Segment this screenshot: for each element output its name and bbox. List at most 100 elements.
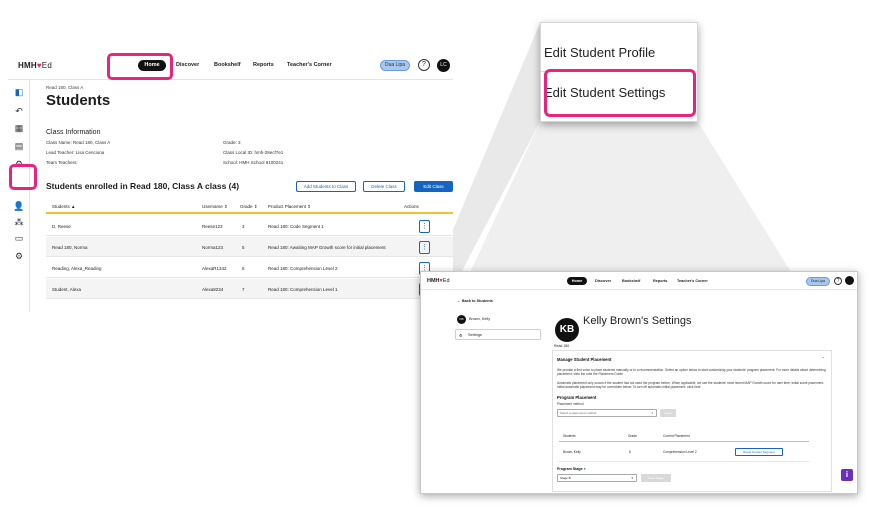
save-stage-button[interactable]: Save Stage: [641, 474, 671, 482]
laptop-icon[interactable]: ▭: [13, 232, 25, 244]
placement-method-label: Placement method: [557, 402, 584, 406]
placement-table: Students Grade Current Placement Brown, …: [559, 430, 809, 464]
edit-settings-highlight-box: [544, 69, 696, 117]
student-name: Brown, Kelly: [563, 450, 581, 454]
groups-icon[interactable]: ⁂: [13, 216, 25, 228]
calendar-icon[interactable]: ▦: [13, 122, 25, 134]
student-avatar-large: KB: [555, 318, 579, 342]
dashboard-icon[interactable]: ◧: [13, 86, 25, 98]
nav-reports[interactable]: Reports: [253, 62, 274, 68]
info-circle-icon[interactable]: ●: [584, 467, 586, 471]
back-to-students-link[interactable]: ← Back to Students: [457, 299, 493, 303]
username: Reese123: [202, 224, 223, 229]
user-switch-button[interactable]: Dua Lipa: [380, 60, 410, 71]
col-students[interactable]: Students ▲: [52, 204, 75, 209]
students-list-screenshot: HMH♥Ed Home Discover Bookshelf Reports T…: [8, 52, 453, 312]
col-username[interactable]: Username ⇕: [202, 204, 228, 210]
row-actions-button[interactable]: ⋮: [419, 241, 430, 254]
page-title: Kelly Brown's Settings: [583, 315, 692, 327]
stage-label-text: Program Stage: [557, 467, 583, 471]
clipboard-icon[interactable]: ▤: [13, 140, 25, 152]
gear-icon: ⚙: [459, 334, 463, 338]
logo-ed-text: Ed: [41, 61, 52, 70]
student-name[interactable]: Read 180, Norma: [52, 245, 88, 250]
nav-reports[interactable]: Reports: [653, 279, 667, 283]
settings-icon[interactable]: ⚙: [13, 250, 25, 262]
placement-cell: Read 180: Code Segment 1: [268, 224, 324, 229]
student-name[interactable]: Reading, Alexa_Reading: [52, 266, 102, 271]
logo-hmh-text: HMH: [18, 61, 37, 70]
table-row: Student, Alexa Alexa8234 7 Read 180: Com…: [46, 279, 453, 299]
help-icon[interactable]: ?: [834, 277, 842, 285]
table-row: Reading, Alexa_Reading AlexaR1342 6 Read…: [46, 258, 453, 278]
lead-teacher: Lead Teacher: Lisa Cenciona: [46, 150, 105, 155]
grade-cell: 5: [242, 245, 245, 250]
placement-description-2: Automatic placement only occurs if the s…: [557, 381, 825, 389]
table-row: D, Reese Reese123 3 Read 180: Code Segme…: [46, 216, 453, 236]
breadcrumb[interactable]: Read 180, Class A: [46, 85, 83, 90]
student-name[interactable]: D, Reese: [52, 224, 71, 229]
col-grade[interactable]: Grade ⇕: [240, 204, 258, 210]
students-table-header: Students ▲ Username ⇕ Grade ⇕ Product Pl…: [46, 200, 453, 214]
settings-nav-item[interactable]: ⚙ Settings: [455, 329, 541, 340]
settings-label: Settings: [468, 333, 482, 337]
home-highlight-box: [107, 53, 173, 80]
placement-cell: Read 180: Comprehension Level 2: [268, 266, 338, 271]
grade-cell: 6: [242, 266, 245, 271]
product-label: Read 180: [554, 344, 570, 348]
school: School: HMH School 9100241: [223, 160, 284, 165]
nav-teachers-corner[interactable]: Teacher's Corner: [287, 62, 332, 68]
top-navigation-bar: HMH♥Ed Home Discover Bookshelf Reports T…: [8, 52, 453, 80]
avatar[interactable]: [845, 276, 854, 285]
students-icon[interactable]: 👤: [13, 200, 25, 212]
add-students-button[interactable]: Add Students to Class: [296, 181, 356, 192]
undo-icon[interactable]: ↶: [13, 105, 25, 117]
avatar[interactable]: LC: [437, 59, 450, 72]
settings-sidebar: KB Brown, Kelly ⚙ Settings: [455, 315, 541, 341]
info-icon[interactable]: i: [841, 469, 853, 481]
hmh-ed-logo[interactable]: HMH♥Ed: [18, 61, 52, 70]
help-icon[interactable]: ?: [418, 59, 430, 71]
student-name[interactable]: Student, Alexa: [52, 287, 81, 292]
nav-bookshelf[interactable]: Bookshelf: [622, 279, 640, 283]
class-local-id: Class Local ID: hmh-28ecf7e1: [223, 150, 284, 155]
table-row: Brown, Kelly 6 Comprehension Level 2 Res…: [559, 442, 809, 462]
nav-discover[interactable]: Discover: [176, 62, 199, 68]
placement-method-select[interactable]: Select a placement method ▾: [557, 409, 657, 417]
chevron-up-icon[interactable]: ⌃: [822, 356, 825, 361]
username: Norma123: [202, 245, 224, 250]
nav-teachers-corner[interactable]: Teacher's Corner: [677, 279, 708, 283]
edit-class-button[interactable]: Edit Class: [414, 181, 453, 192]
nav-bookshelf[interactable]: Bookshelf: [214, 62, 241, 68]
menu-item-edit-profile[interactable]: Edit Student Profile: [544, 45, 655, 60]
grade-cell: 7: [242, 287, 245, 292]
delete-class-button[interactable]: Delete Class: [363, 181, 405, 192]
hmh-ed-logo[interactable]: HMH♥Ed: [427, 278, 450, 284]
grade: Grade: 3: [223, 140, 241, 145]
class-info-heading: Class Information: [46, 129, 101, 136]
student-entry: KB Brown, Kelly: [457, 315, 541, 324]
username: Alexa8234: [202, 287, 224, 292]
manage-heading[interactable]: Manage Student Placement: [557, 357, 611, 362]
placement-description-1: We provide a first voice to place studen…: [557, 368, 826, 376]
select-placeholder: Select a placement method: [560, 411, 597, 415]
stage-value: Stage B: [560, 476, 571, 480]
col-placement[interactable]: Product Placement ⇕: [268, 204, 311, 210]
students-content: Read 180, Class A Students Class Informa…: [46, 80, 453, 312]
page-title: Students: [46, 92, 111, 109]
logo-hmh-text: HMH: [427, 278, 440, 284]
chevron-down-icon: ▾: [631, 476, 633, 480]
program-stage-select[interactable]: Stage B ▾: [557, 474, 637, 482]
reset-segment-button[interactable]: Reset Current Segment: [735, 448, 783, 456]
logo-ed-text: Ed: [442, 278, 450, 284]
placement-cell: Comprehension Level 2: [663, 450, 697, 454]
nav-home[interactable]: Home: [567, 277, 587, 285]
table-row: Read 180, Norma Norma123 5 Read 180: Awa…: [46, 237, 453, 257]
row-actions-button[interactable]: ⋮: [419, 220, 430, 233]
placement-table-header: Students Grade Current Placement: [559, 430, 809, 442]
nav-discover[interactable]: Discover: [595, 279, 611, 283]
username: AlexaR1342: [202, 266, 227, 271]
program-placement-heading: Program Placement: [557, 395, 597, 400]
user-switch-button[interactable]: Dua Lipa: [806, 277, 830, 286]
apply-button[interactable]: Apply: [660, 409, 676, 417]
